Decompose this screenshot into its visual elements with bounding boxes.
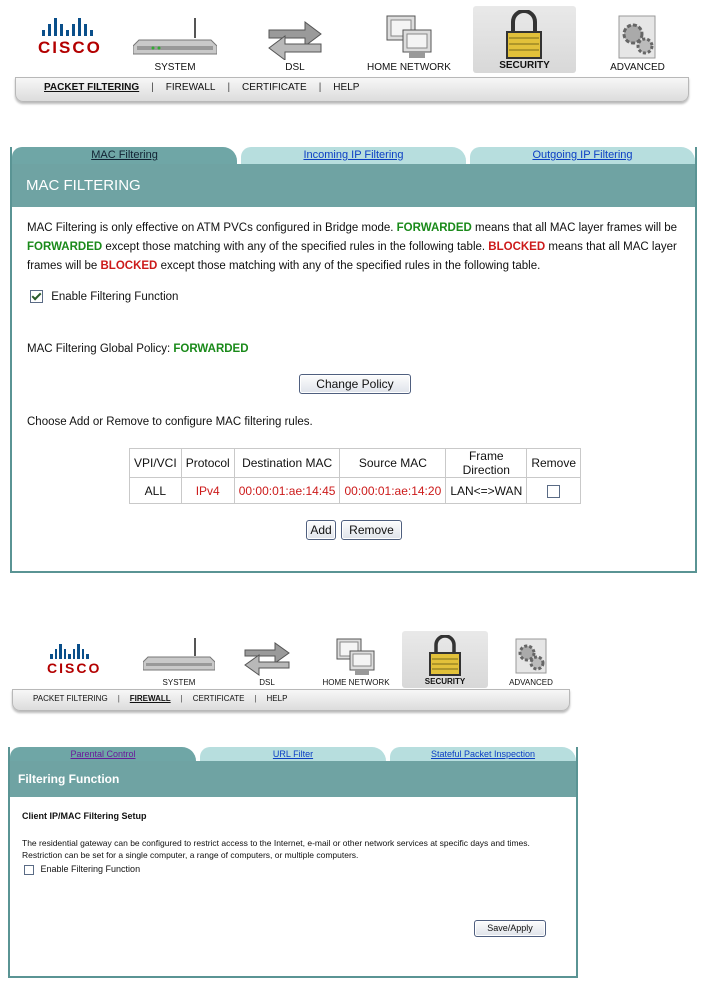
tab-stateful-packet-inspection[interactable]: Stateful Packet Inspection (390, 747, 576, 761)
cisco-wordmark: CISCO (47, 660, 102, 676)
global-policy-label: MAC Filtering Global Policy: (27, 343, 174, 355)
tab-incoming-ip-filtering[interactable]: Incoming IP Filtering (241, 147, 466, 164)
subnav-separator: | (151, 82, 154, 93)
cisco-logo-icon: CISCO (38, 16, 100, 58)
tab-url-filter[interactable]: URL Filter (200, 747, 386, 761)
mac-filtering-panel: MAC Filtering Incoming IP Filtering Outg… (10, 147, 697, 573)
nav-system[interactable]: SYSTEM (130, 10, 220, 73)
global-policy: MAC Filtering Global Policy: FORWARDED (27, 343, 249, 355)
arrows-icon (244, 642, 290, 676)
subnav-separator: | (180, 694, 183, 703)
cell-protocol: IPv4 (180, 477, 235, 504)
col-remove: Remove (526, 448, 581, 478)
cell-vpi-vci: ALL (129, 477, 182, 504)
nav-home-network[interactable]: HOME NETWORK (355, 10, 463, 73)
col-source-mac: Source MAC (339, 448, 447, 478)
cisco-wordmark: CISCO (38, 38, 102, 57)
tab-parental-control[interactable]: Parental Control (10, 747, 196, 761)
col-vpi-vci: VPI/VCI (129, 448, 182, 478)
nav-system-label: SYSTEM (162, 678, 196, 687)
nav-security-label: SECURITY (424, 677, 466, 686)
enable-filtering-checkbox[interactable] (30, 290, 43, 303)
nav-dsl-label: DSL (259, 678, 275, 687)
global-policy-value: FORWARDED (173, 343, 249, 355)
subnav-bar: PACKET FILTERING | FIREWALL | CERTIFICAT… (15, 77, 689, 102)
subnav-help[interactable]: HELP (267, 694, 288, 703)
page-title: Filtering Function (18, 772, 120, 786)
nav-advanced-label: ADVANCED (610, 62, 665, 73)
router-icon (133, 18, 217, 55)
tab-outgoing-ip-filtering[interactable]: Outgoing IP Filtering (470, 147, 695, 164)
enable-filtering-checkbox[interactable] (24, 864, 34, 875)
cisco-logo-icon: CISCO (47, 643, 99, 677)
section-heading: Client IP/MAC Filtering Setup (22, 811, 147, 821)
page-title: MAC FILTERING (26, 177, 141, 194)
page-title-bar: MAC FILTERING (12, 164, 695, 207)
computers-icon (336, 638, 375, 675)
subnav-help[interactable]: HELP (333, 82, 359, 93)
subnav-firewall[interactable]: FIREWALL (130, 694, 171, 703)
nav-home-network[interactable]: HOME NETWORK (315, 635, 397, 687)
subnav-separator: | (117, 694, 120, 703)
gears-icon (618, 15, 656, 59)
filtering-function-panel: Parental Control URL Filter Stateful Pac… (8, 747, 578, 978)
table-header-row: VPI/VCI Protocol Destination MAC Source … (129, 448, 581, 478)
nav-security[interactable]: SECURITY (402, 631, 488, 688)
subnav-bar: PACKET FILTERING | FIREWALL | CERTIFICAT… (12, 689, 570, 711)
mac-rules-table: VPI/VCI Protocol Destination MAC Source … (129, 448, 581, 504)
subnav-separator: | (318, 82, 322, 93)
choose-instructions: Choose Add or Remove to configure MAC fi… (27, 416, 313, 428)
change-policy-button[interactable]: Change Policy (299, 374, 411, 394)
col-frame-direction: Frame Direction (445, 448, 528, 478)
subnav-firewall[interactable]: FIREWALL (166, 82, 216, 93)
padlock-icon (506, 10, 542, 59)
enable-filtering-label: Enable Filtering Function (40, 864, 141, 874)
save-apply-button[interactable]: Save/Apply (474, 920, 546, 937)
cell-source-mac: 00:00:01:ae:14:20 (339, 477, 447, 504)
enable-filtering-label: Enable Filtering Function (51, 290, 179, 303)
subnav-separator: | (254, 694, 257, 703)
padlock-icon (429, 635, 461, 676)
nav-home-network-label: HOME NETWORK (367, 62, 451, 73)
remove-row-checkbox[interactable] (547, 484, 561, 498)
add-button[interactable]: Add (306, 520, 336, 540)
arrows-icon (268, 21, 322, 60)
nav-security-label: SECURITY (499, 60, 550, 71)
col-protocol: Protocol (180, 448, 235, 478)
mac-filtering-description: MAC Filtering is only effective on ATM P… (27, 222, 677, 272)
cell-frame-direction: LAN<=>WAN (445, 477, 528, 504)
subnav-certificate[interactable]: CERTIFICATE (193, 694, 245, 703)
nav-advanced[interactable]: ADVANCED (595, 10, 680, 73)
col-destination-mac: Destination MAC (233, 448, 341, 478)
tab-mac-filtering[interactable]: MAC Filtering (12, 147, 237, 164)
nav-home-network-label: HOME NETWORK (322, 678, 390, 687)
filtering-description: The residential gateway can be configure… (22, 838, 530, 860)
cell-destination-mac: 00:00:01:ae:14:45 (233, 477, 341, 504)
nav-system-label: SYSTEM (154, 62, 196, 73)
subnav-packet-filtering[interactable]: PACKET FILTERING (33, 694, 108, 703)
remove-button[interactable]: Remove (341, 520, 402, 540)
table-row: ALL IPv4 00:00:01:ae:14:45 00:00:01:ae:1… (129, 477, 581, 504)
nav-advanced-label: ADVANCED (509, 678, 553, 687)
page-title-bar: Filtering Function (10, 761, 576, 797)
nav-dsl[interactable]: DSL (250, 10, 340, 73)
subnav-separator: | (227, 82, 231, 93)
router-icon (143, 638, 215, 671)
gears-icon (515, 638, 547, 674)
cell-remove (526, 477, 581, 504)
nav-system[interactable]: SYSTEM (140, 635, 218, 687)
subnav-certificate[interactable]: CERTIFICATE (242, 82, 307, 93)
subnav-packet-filtering[interactable]: PACKET FILTERING (44, 82, 139, 93)
nav-dsl[interactable]: DSL (232, 635, 302, 687)
nav-dsl-label: DSL (285, 62, 305, 73)
nav-advanced[interactable]: ADVANCED (500, 635, 562, 687)
nav-security[interactable]: SECURITY (473, 6, 576, 73)
computers-icon (386, 15, 432, 58)
